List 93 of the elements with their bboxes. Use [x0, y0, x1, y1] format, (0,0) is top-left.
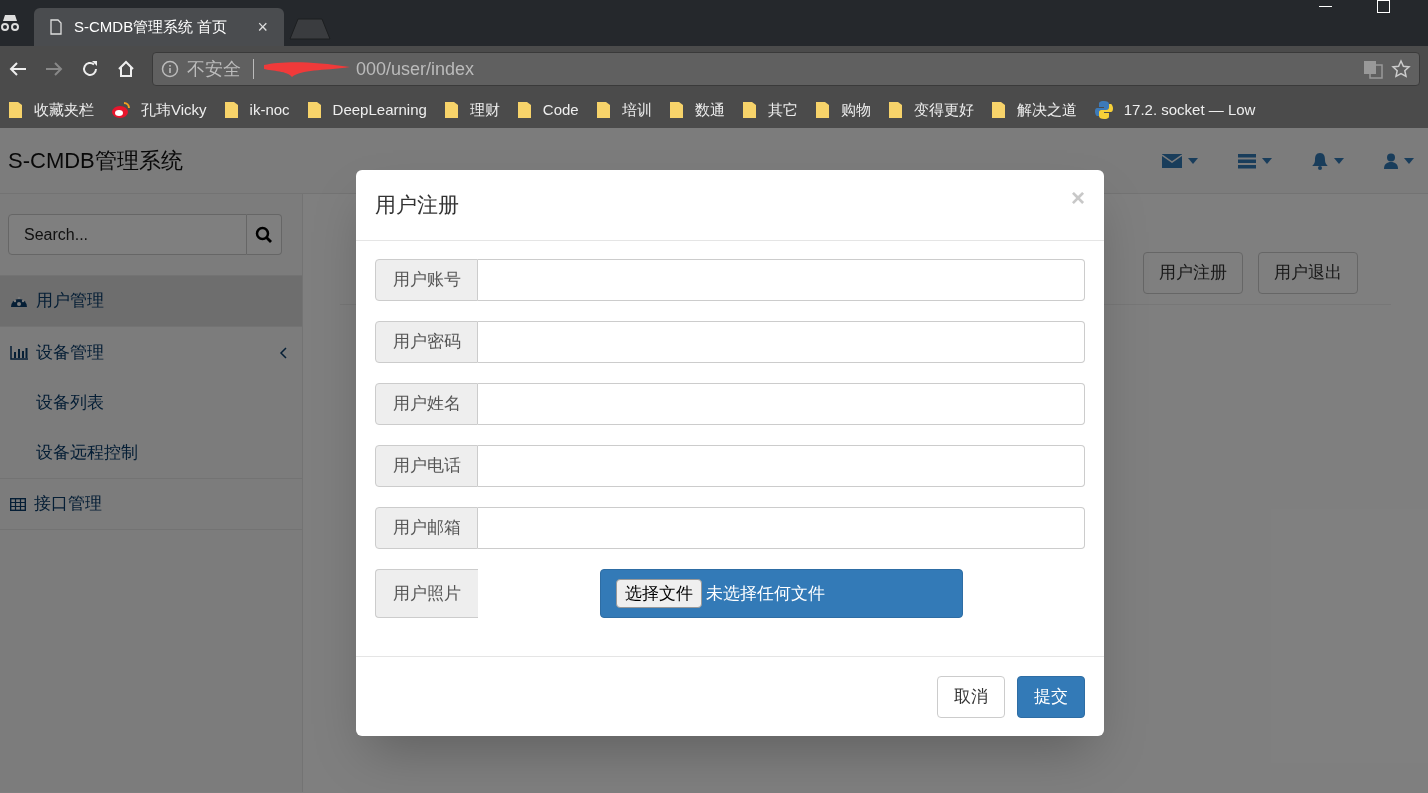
close-tab-button[interactable]: × [257, 13, 268, 41]
browser-tab[interactable]: S-CMDB管理系统 首页 × [34, 8, 284, 46]
field-label: 用户密码 [375, 321, 478, 363]
bookmark[interactable]: 解决之道 [990, 98, 1077, 122]
server-icon [1238, 152, 1256, 169]
bookmark[interactable]: 孔玮Vicky [111, 98, 207, 122]
folder-icon [814, 101, 831, 119]
search-button[interactable] [247, 214, 282, 255]
bell-icon [1312, 151, 1328, 170]
bookmark[interactable]: 数通 [668, 98, 725, 122]
modal-title: 用户注册 [375, 192, 459, 219]
folder-icon [741, 101, 758, 119]
field-label: 用户姓名 [375, 383, 478, 425]
reload-icon[interactable] [80, 59, 100, 79]
folder-icon [8, 101, 24, 119]
bookmark[interactable]: Code [516, 98, 579, 122]
weibo-icon [111, 101, 131, 119]
input-field[interactable] [478, 507, 1085, 549]
folder-icon [990, 101, 1007, 119]
sidebar-item[interactable]: 接口管理 [0, 479, 302, 530]
bookmark[interactable]: 购物 [814, 98, 871, 122]
info-icon[interactable] [161, 60, 179, 78]
bookmark-label: 收藏夹栏 [34, 99, 94, 120]
table-icon [10, 497, 26, 511]
bookmark[interactable]: 理财 [443, 98, 500, 122]
bookmark-label: 数通 [694, 99, 725, 120]
folder-icon [887, 101, 904, 119]
url-text: 000/user/index [356, 57, 475, 81]
sidebar-item[interactable]: 设备管理 [0, 327, 302, 378]
tab-title: S-CMDB管理系统 首页 [74, 16, 229, 37]
incognito-icon [0, 13, 20, 33]
caret-icon [1188, 157, 1198, 164]
bookmark-label: 解决之道 [1016, 99, 1077, 120]
bookmark[interactable]: 收藏夹栏 [8, 98, 94, 122]
submit-button[interactable]: 提交 [1017, 675, 1085, 718]
file-status: 未选择任何文件 [706, 582, 825, 605]
input-field[interactable] [478, 259, 1085, 301]
bookmark[interactable]: 17.2. socket — Low [1093, 98, 1256, 122]
navbar-dropdown[interactable] [1384, 152, 1414, 169]
caret-icon [1262, 157, 1272, 164]
page-button[interactable]: 用户退出 [1258, 252, 1358, 294]
star-icon[interactable] [1391, 59, 1411, 79]
bookmark[interactable]: ik-noc [223, 98, 290, 122]
search-field[interactable]: Search... [8, 214, 247, 255]
bookmark[interactable]: 变得更好 [887, 98, 974, 122]
bar-chart-icon [10, 345, 28, 360]
choose-file-button[interactable]: 选择文件 [616, 578, 702, 609]
page-button[interactable]: 用户注册 [1143, 252, 1243, 294]
new-tab-button[interactable] [288, 18, 332, 40]
folder-icon [443, 101, 460, 119]
bookmark-label: 孔玮Vicky [141, 99, 207, 120]
bookmark-label: 购物 [840, 99, 871, 120]
navbar-dropdown[interactable] [1312, 151, 1344, 170]
sidebar-subitem[interactable]: 设备列表 [0, 378, 302, 428]
input-field[interactable] [478, 321, 1085, 363]
dashboard-icon [10, 294, 28, 308]
navbar-dropdown[interactable] [1238, 152, 1272, 169]
maximize-button[interactable] [1377, 0, 1390, 13]
folder-icon [516, 101, 533, 119]
python-icon [1093, 100, 1114, 120]
bookmark-label: DeepLearning [332, 99, 427, 120]
folder-icon [306, 101, 323, 119]
file-input[interactable]: 选择文件 未选择任何文件 [600, 569, 963, 618]
field-label: 用户照片 [375, 569, 478, 618]
bookmark-label: 其它 [767, 99, 798, 120]
search-icon [255, 225, 273, 244]
caret-icon [1404, 157, 1414, 164]
security-label: 不安全 [187, 57, 241, 81]
page-icon [50, 19, 62, 35]
caret-icon [1334, 157, 1344, 164]
bookmark-label: 变得更好 [913, 99, 974, 120]
input-field[interactable] [478, 383, 1085, 425]
bookmark-label: 17.2. socket — Low [1123, 99, 1256, 120]
input-field[interactable] [478, 445, 1085, 487]
bookmark-label: ik-noc [249, 99, 290, 120]
bookmark-label: 培训 [621, 99, 652, 120]
field-label: 用户电话 [375, 445, 478, 487]
field-label: 用户邮箱 [375, 507, 478, 549]
sidebar-subitem[interactable]: 设备远程控制 [0, 428, 302, 478]
folder-icon [223, 101, 240, 119]
bookmark[interactable]: DeepLearning [306, 98, 427, 122]
home-icon[interactable] [116, 59, 136, 79]
navbar-dropdown[interactable] [1162, 152, 1198, 169]
bookmark-label: 理财 [469, 99, 500, 120]
field-label: 用户账号 [375, 259, 478, 301]
user-icon [1384, 152, 1398, 169]
cancel-button[interactable]: 取消 [937, 675, 1005, 718]
folder-icon [668, 101, 685, 119]
bookmark[interactable]: 其它 [741, 98, 798, 122]
folder-icon [595, 101, 612, 119]
bookmark[interactable]: 培训 [595, 98, 652, 122]
envelope-icon [1162, 152, 1182, 169]
bookmark-label: Code [542, 99, 579, 120]
